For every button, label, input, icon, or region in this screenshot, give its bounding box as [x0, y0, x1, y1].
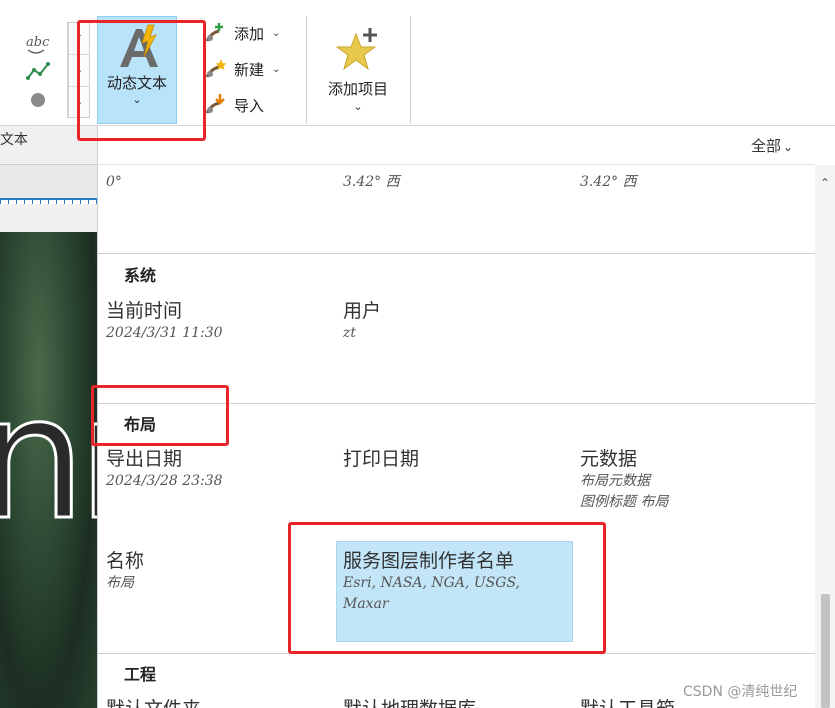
gallery-item-user[interactable]: 用户 zt — [343, 296, 381, 344]
gallery-item-default-folder[interactable]: 默认文件夹 — [106, 694, 201, 708]
item-title: 导出日期 — [106, 448, 183, 470]
ribbon-separator — [410, 16, 411, 124]
item-title: 名称 — [106, 550, 145, 572]
gallery-item-current-time[interactable]: 当前时间 2024/3/31 11:30 — [106, 296, 223, 344]
import-menu-button[interactable]: 导入 — [204, 90, 264, 120]
star-add-icon — [335, 28, 377, 71]
add-brush-icon — [205, 23, 223, 42]
chevron-down-icon: ⌄ — [783, 140, 794, 154]
new-menu-label: 新建 — [234, 60, 265, 79]
import-brush-icon — [205, 94, 225, 114]
chevron-down-icon: ⌄ — [272, 27, 281, 39]
text-symbol-gallery[interactable]: abc — [0, 22, 68, 118]
item-title: 打印日期 — [343, 448, 420, 470]
item-value: zt — [343, 325, 357, 341]
item-value: 布局 — [106, 575, 134, 591]
section-title-system: 系统 — [124, 266, 157, 285]
gallery-item-value[interactable]: 3.42° 西 — [343, 172, 400, 193]
add-item-label: 添加项目 — [327, 80, 388, 98]
add-item-button[interactable]: 添加项目 ⌄ — [308, 22, 408, 122]
chevron-down-icon: ⌄ — [353, 100, 363, 113]
section-title-project: 工程 — [124, 665, 157, 684]
annotation-box — [77, 20, 206, 141]
item-title: 当前时间 — [106, 300, 183, 322]
new-menu-button[interactable]: 新建 ⌄ — [204, 54, 280, 84]
filter-dropdown[interactable]: 全部 ⌄ — [751, 135, 793, 156]
gallery-item-value[interactable]: 3.42° 西 — [580, 172, 637, 193]
layout-map-image: nr — [0, 232, 97, 708]
watermark: CSDN @清纯世纪 — [683, 684, 798, 700]
annotation-box — [288, 522, 606, 654]
svg-text:abc: abc — [26, 35, 50, 50]
filter-divider — [97, 164, 815, 165]
gallery-item-print-date[interactable]: 打印日期 — [343, 444, 419, 471]
gallery-item-default-geodatabase[interactable]: 默认地理数据库 — [343, 694, 476, 708]
filter-label: 全部 — [751, 137, 782, 155]
new-brush-icon — [205, 59, 227, 78]
add-menu-button[interactable]: 添加 ⌄ — [204, 18, 280, 48]
item-title: 用户 — [343, 300, 382, 322]
gallery-item-metadata[interactable]: 元数据 布局元数据 图例标题 布局 — [580, 444, 668, 513]
item-title: 元数据 — [580, 448, 638, 470]
chevron-down-icon: ⌄ — [272, 63, 281, 75]
annotation-box — [91, 385, 229, 446]
item-value: 2024/3/28 23:38 — [106, 473, 223, 489]
map-text-graphic: nr — [0, 360, 97, 558]
scroll-up-icon[interactable]: ⌃ — [815, 172, 835, 194]
item-value: 图例标题 布局 — [580, 494, 669, 510]
item-value: 2024/3/31 11:30 — [106, 325, 223, 341]
ruler — [0, 198, 97, 204]
gallery-item-name[interactable]: 名称 布局 — [106, 546, 144, 594]
item-value: 布局元数据 — [580, 473, 650, 489]
ribbon-separator — [306, 16, 307, 124]
gallery-item-export-date[interactable]: 导出日期 2024/3/28 23:38 — [106, 444, 223, 492]
gallery-item-value[interactable]: 0° — [106, 172, 122, 193]
ribbon-group-label: 文本 — [0, 132, 28, 148]
gallery-item-default-toolbox[interactable]: 默认工具箱 — [580, 694, 675, 708]
scroll-thumb[interactable] — [821, 594, 830, 708]
import-menu-label: 导入 — [234, 96, 265, 115]
section-divider — [97, 253, 815, 254]
view-tab-strip[interactable] — [0, 164, 97, 200]
add-menu-label: 添加 — [234, 24, 265, 43]
gallery-symbols-icon: abc — [26, 35, 50, 107]
